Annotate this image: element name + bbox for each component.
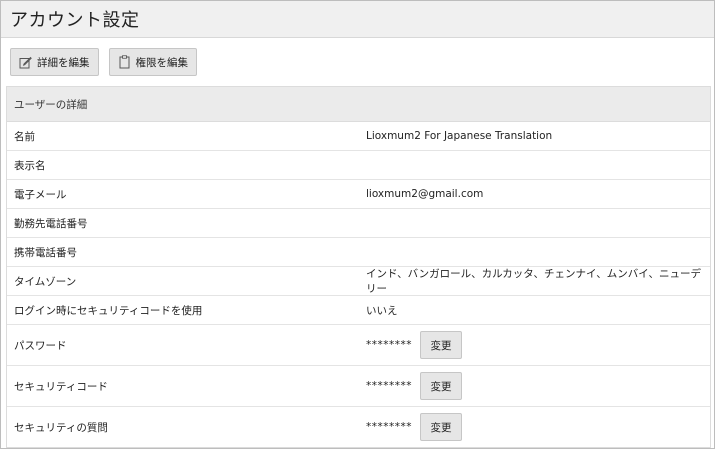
masked-value: ******** <box>366 339 412 351</box>
masked-value: ******** <box>366 380 412 392</box>
edit-permissions-label: 権限を編集 <box>135 56 189 69</box>
edit-icon <box>19 56 32 69</box>
detail-row-work-phone: 勤務先電話番号 <box>7 209 710 238</box>
row-value: インド、バンガロール、カルカッタ、チェンナイ、ムンバイ、ニューデリー <box>366 268 702 295</box>
user-details-panel: ユーザーの詳細 名前 Lioxmum2 For Japanese Transla… <box>6 86 711 448</box>
row-label: パスワード <box>14 339 67 352</box>
detail-row-security-code: セキュリティコード ******** 変更 <box>7 366 710 407</box>
detail-row-password: パスワード ******** 変更 <box>7 325 710 366</box>
page-title: アカウント設定 <box>10 10 140 31</box>
row-label: ログイン時にセキュリティコードを使用 <box>14 304 203 317</box>
edit-details-button[interactable]: 詳細を編集 <box>10 48 99 76</box>
row-label: セキュリティコード <box>14 380 108 393</box>
row-label: 名前 <box>14 130 35 143</box>
change-security-question-button[interactable]: 変更 <box>420 413 462 441</box>
detail-row-display-name: 表示名 <box>7 151 710 180</box>
page-header: アカウント設定 <box>1 1 714 38</box>
row-value: いいえ <box>366 304 398 317</box>
edit-details-label: 詳細を編集 <box>37 56 90 69</box>
panel-title: ユーザーの詳細 <box>7 87 710 122</box>
row-label: 携帯電話番号 <box>14 246 77 259</box>
row-label: 勤務先電話番号 <box>14 217 88 230</box>
clipboard-icon <box>118 55 131 69</box>
row-value: Lioxmum2 For Japanese Translation <box>366 130 553 142</box>
detail-row-timezone: タイムゾーン インド、バンガロール、カルカッタ、チェンナイ、ムンバイ、ニューデリ… <box>7 267 710 296</box>
row-value: lioxmum2@gmail.com <box>366 188 484 200</box>
row-label: 表示名 <box>14 159 46 172</box>
detail-row-email: 電子メール lioxmum2@gmail.com <box>7 180 710 209</box>
change-security-code-button[interactable]: 変更 <box>420 372 462 400</box>
detail-row-security-question: セキュリティの質問 ******** 変更 <box>7 407 710 447</box>
row-label: タイムゾーン <box>14 275 77 288</box>
edit-permissions-button[interactable]: 権限を編集 <box>108 48 197 76</box>
row-label: セキュリティの質問 <box>14 421 108 434</box>
masked-value: ******** <box>366 421 412 433</box>
detail-row-mobile-phone: 携帯電話番号 <box>7 238 710 267</box>
detail-row-name: 名前 Lioxmum2 For Japanese Translation <box>7 122 710 151</box>
change-password-button[interactable]: 変更 <box>420 331 462 359</box>
row-label: 電子メール <box>14 188 67 201</box>
toolbar: 詳細を編集 権限を編集 <box>1 38 714 86</box>
detail-row-login-security-code: ログイン時にセキュリティコードを使用 いいえ <box>7 296 710 325</box>
